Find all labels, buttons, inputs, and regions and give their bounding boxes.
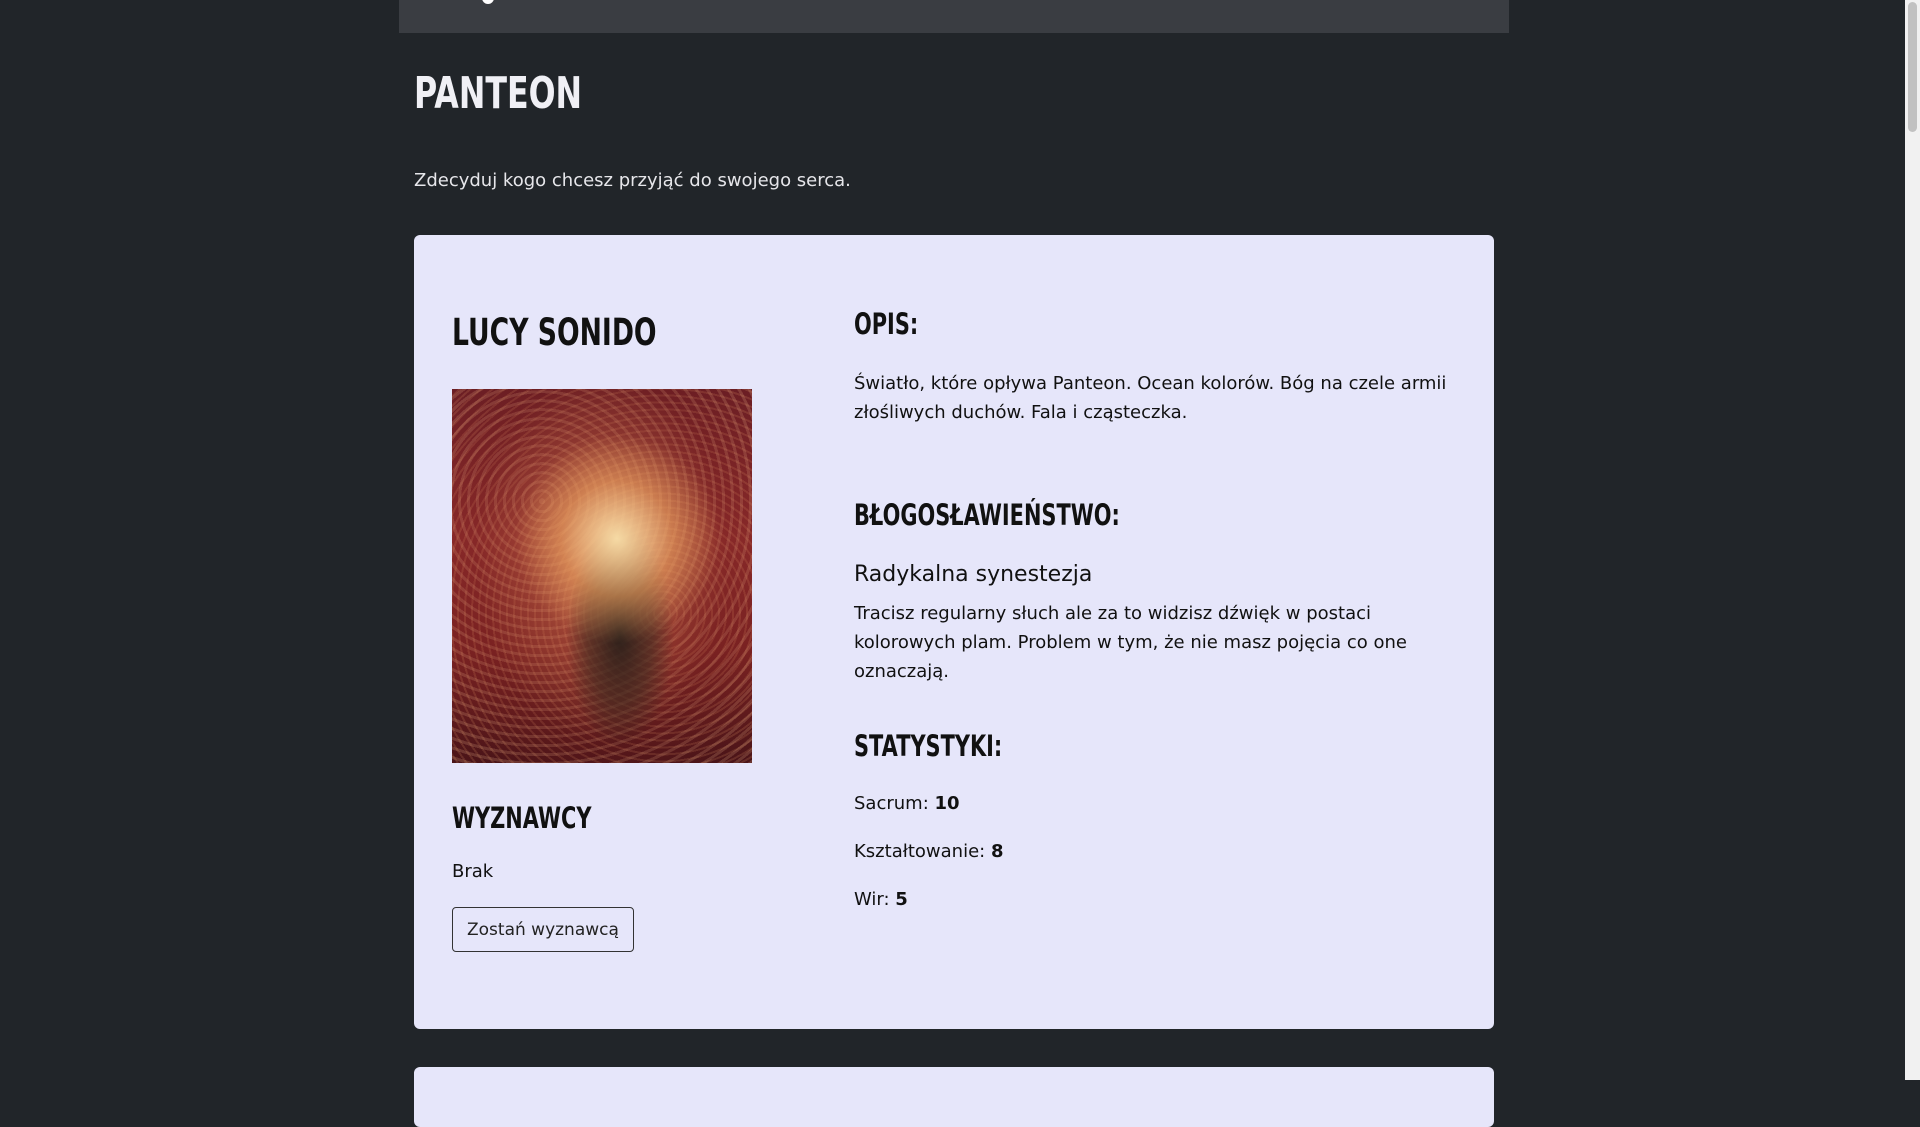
stat-label: Wir:: [854, 889, 890, 910]
stat-label: Sacrum:: [854, 793, 929, 814]
page-subtitle: Zdecyduj kogo chcesz przyjąć do swojego …: [414, 170, 851, 191]
description-heading: OPIS:: [854, 307, 919, 341]
stats-heading: STATYSTYKI:: [854, 729, 1003, 763]
navbar-logo-icon[interactable]: [482, 0, 494, 4]
stat-row-wir: Wir: 5: [854, 889, 908, 910]
god-name: LUCY SONIDO: [452, 311, 657, 354]
stat-value: 10: [934, 793, 960, 814]
scrollbar-thumb[interactable]: [1908, 2, 1917, 132]
blessing-name: Radykalna synestezja: [854, 562, 1093, 587]
followers-value: Brak: [452, 861, 494, 882]
description-text: Światło, które opływa Panteon. Ocean kol…: [854, 373, 1447, 423]
page-title: PANTEON: [414, 68, 583, 119]
blessing-description: Tracisz regularny słuch ale za to widzis…: [854, 603, 1407, 682]
god-card: LUCY SONIDO WYZNAWCY Brak Zostań wyznawc…: [414, 235, 1494, 1029]
stat-row-ksztaltowanie: Kształtowanie: 8: [854, 841, 1003, 862]
followers-heading: WYZNAWCY: [452, 801, 592, 835]
become-follower-button[interactable]: Zostań wyznawcą: [452, 907, 634, 952]
god-portrait-image: [452, 389, 752, 763]
stat-value: 5: [895, 889, 908, 910]
top-navbar: [399, 0, 1509, 33]
blessing-heading: BŁOGOSŁAWIEŃSTWO:: [854, 498, 1120, 532]
stat-value: 8: [990, 841, 1004, 862]
stat-label: Kształtowanie:: [854, 841, 986, 862]
stat-row-sacrum: Sacrum: 10: [854, 793, 960, 814]
page-scrollbar[interactable]: [1905, 0, 1920, 1080]
next-god-card: [414, 1067, 1494, 1127]
